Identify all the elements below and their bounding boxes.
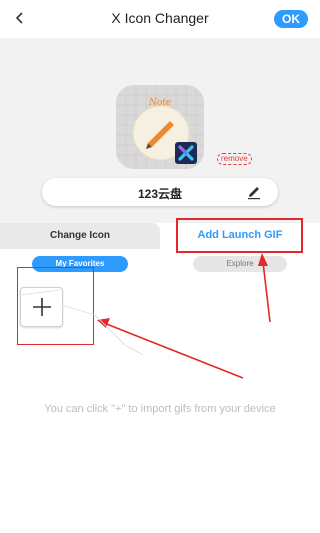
x-badge-icon [175,142,197,164]
top-bar: X Icon Changer OK [0,0,320,38]
note-label: Note [149,98,172,108]
empty-hint: You can click "+" to import gifs from yo… [44,403,276,415]
add-gif-button[interactable] [20,287,63,327]
annotation-box-tab [176,218,303,253]
tab-change-icon-label: Change Icon [49,230,110,241]
app-name-field[interactable]: 123云盘 [42,178,278,206]
remove-button[interactable]: remove [217,153,252,165]
pencil-edit-icon[interactable] [246,184,262,200]
arrow-to-add-tile [97,318,244,379]
app-name: 123云盘 [137,187,183,201]
ok-button[interactable]: OK [274,10,308,28]
tab-change-icon[interactable]: Change Icon [0,223,160,249]
page-title: X Icon Changer [111,10,209,26]
plus-icon [32,298,51,316]
subtab-explore[interactable]: Explore [193,256,287,272]
icon-preview-area: Note remove 123云盘 [0,38,320,223]
